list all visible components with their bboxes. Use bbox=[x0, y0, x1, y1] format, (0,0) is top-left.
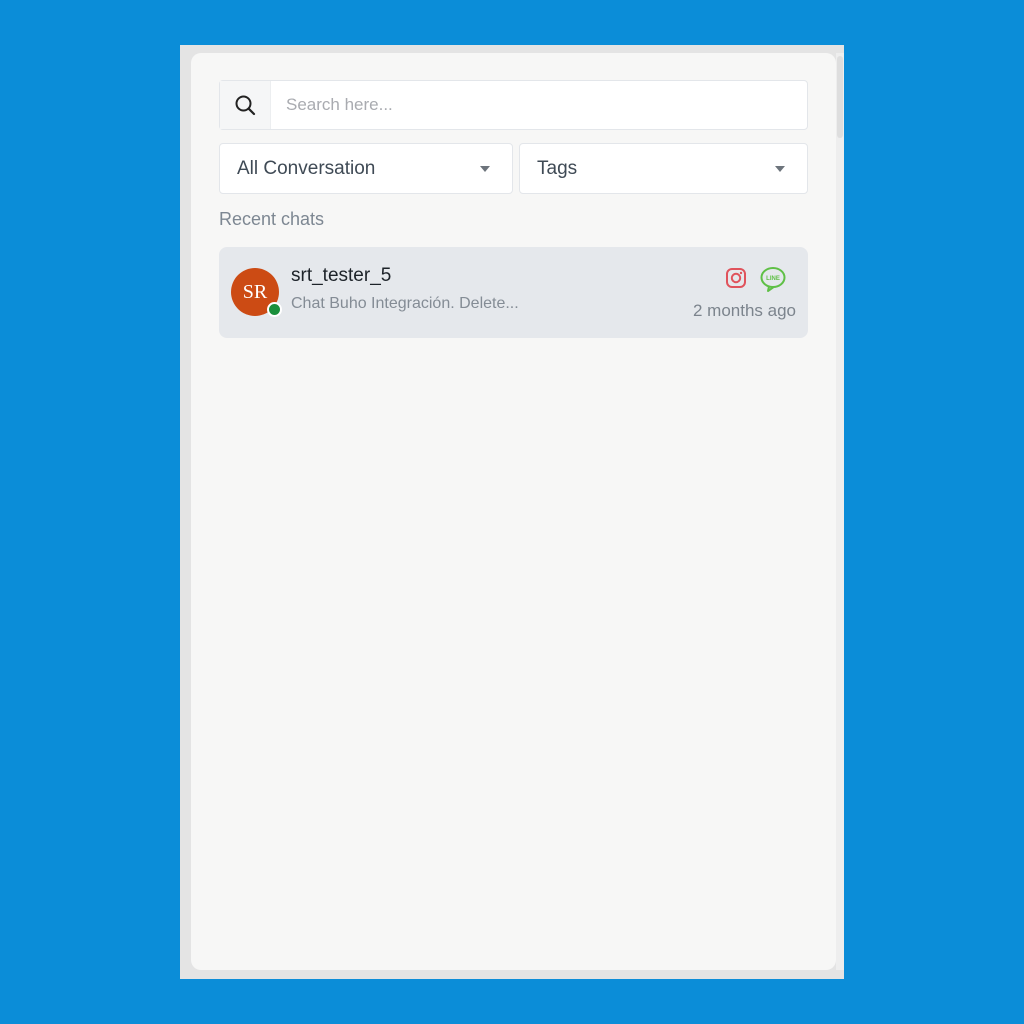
scrollbar-track[interactable] bbox=[836, 53, 844, 970]
tags-filter-label: Tags bbox=[537, 158, 578, 179]
caret-down-icon bbox=[775, 166, 785, 172]
chat-message-preview: Chat Buho Integración. Delete... bbox=[291, 295, 519, 312]
recent-chats-heading: Recent chats bbox=[219, 209, 325, 229]
search-input[interactable] bbox=[272, 81, 802, 129]
line-icon: LINE bbox=[760, 267, 786, 292]
conversation-filter-dropdown[interactable]: All Conversation bbox=[219, 143, 513, 194]
tags-filter-dropdown[interactable]: Tags bbox=[519, 143, 808, 194]
chat-timestamp: 2 months ago bbox=[692, 301, 796, 320]
search-icon[interactable] bbox=[220, 81, 271, 129]
conversation-filter-label: All Conversation bbox=[237, 158, 376, 179]
instagram-icon bbox=[726, 268, 746, 288]
chat-list-item[interactable]: SR srt_tester_5 Chat Buho Integración. D… bbox=[219, 247, 808, 338]
line-icon-text: LINE bbox=[766, 276, 780, 282]
caret-down-icon bbox=[480, 166, 490, 172]
search-box bbox=[219, 80, 808, 130]
chat-contact-name: srt_tester_5 bbox=[291, 265, 392, 286]
online-status-icon bbox=[267, 302, 282, 317]
scrollbar-thumb[interactable] bbox=[837, 56, 843, 138]
